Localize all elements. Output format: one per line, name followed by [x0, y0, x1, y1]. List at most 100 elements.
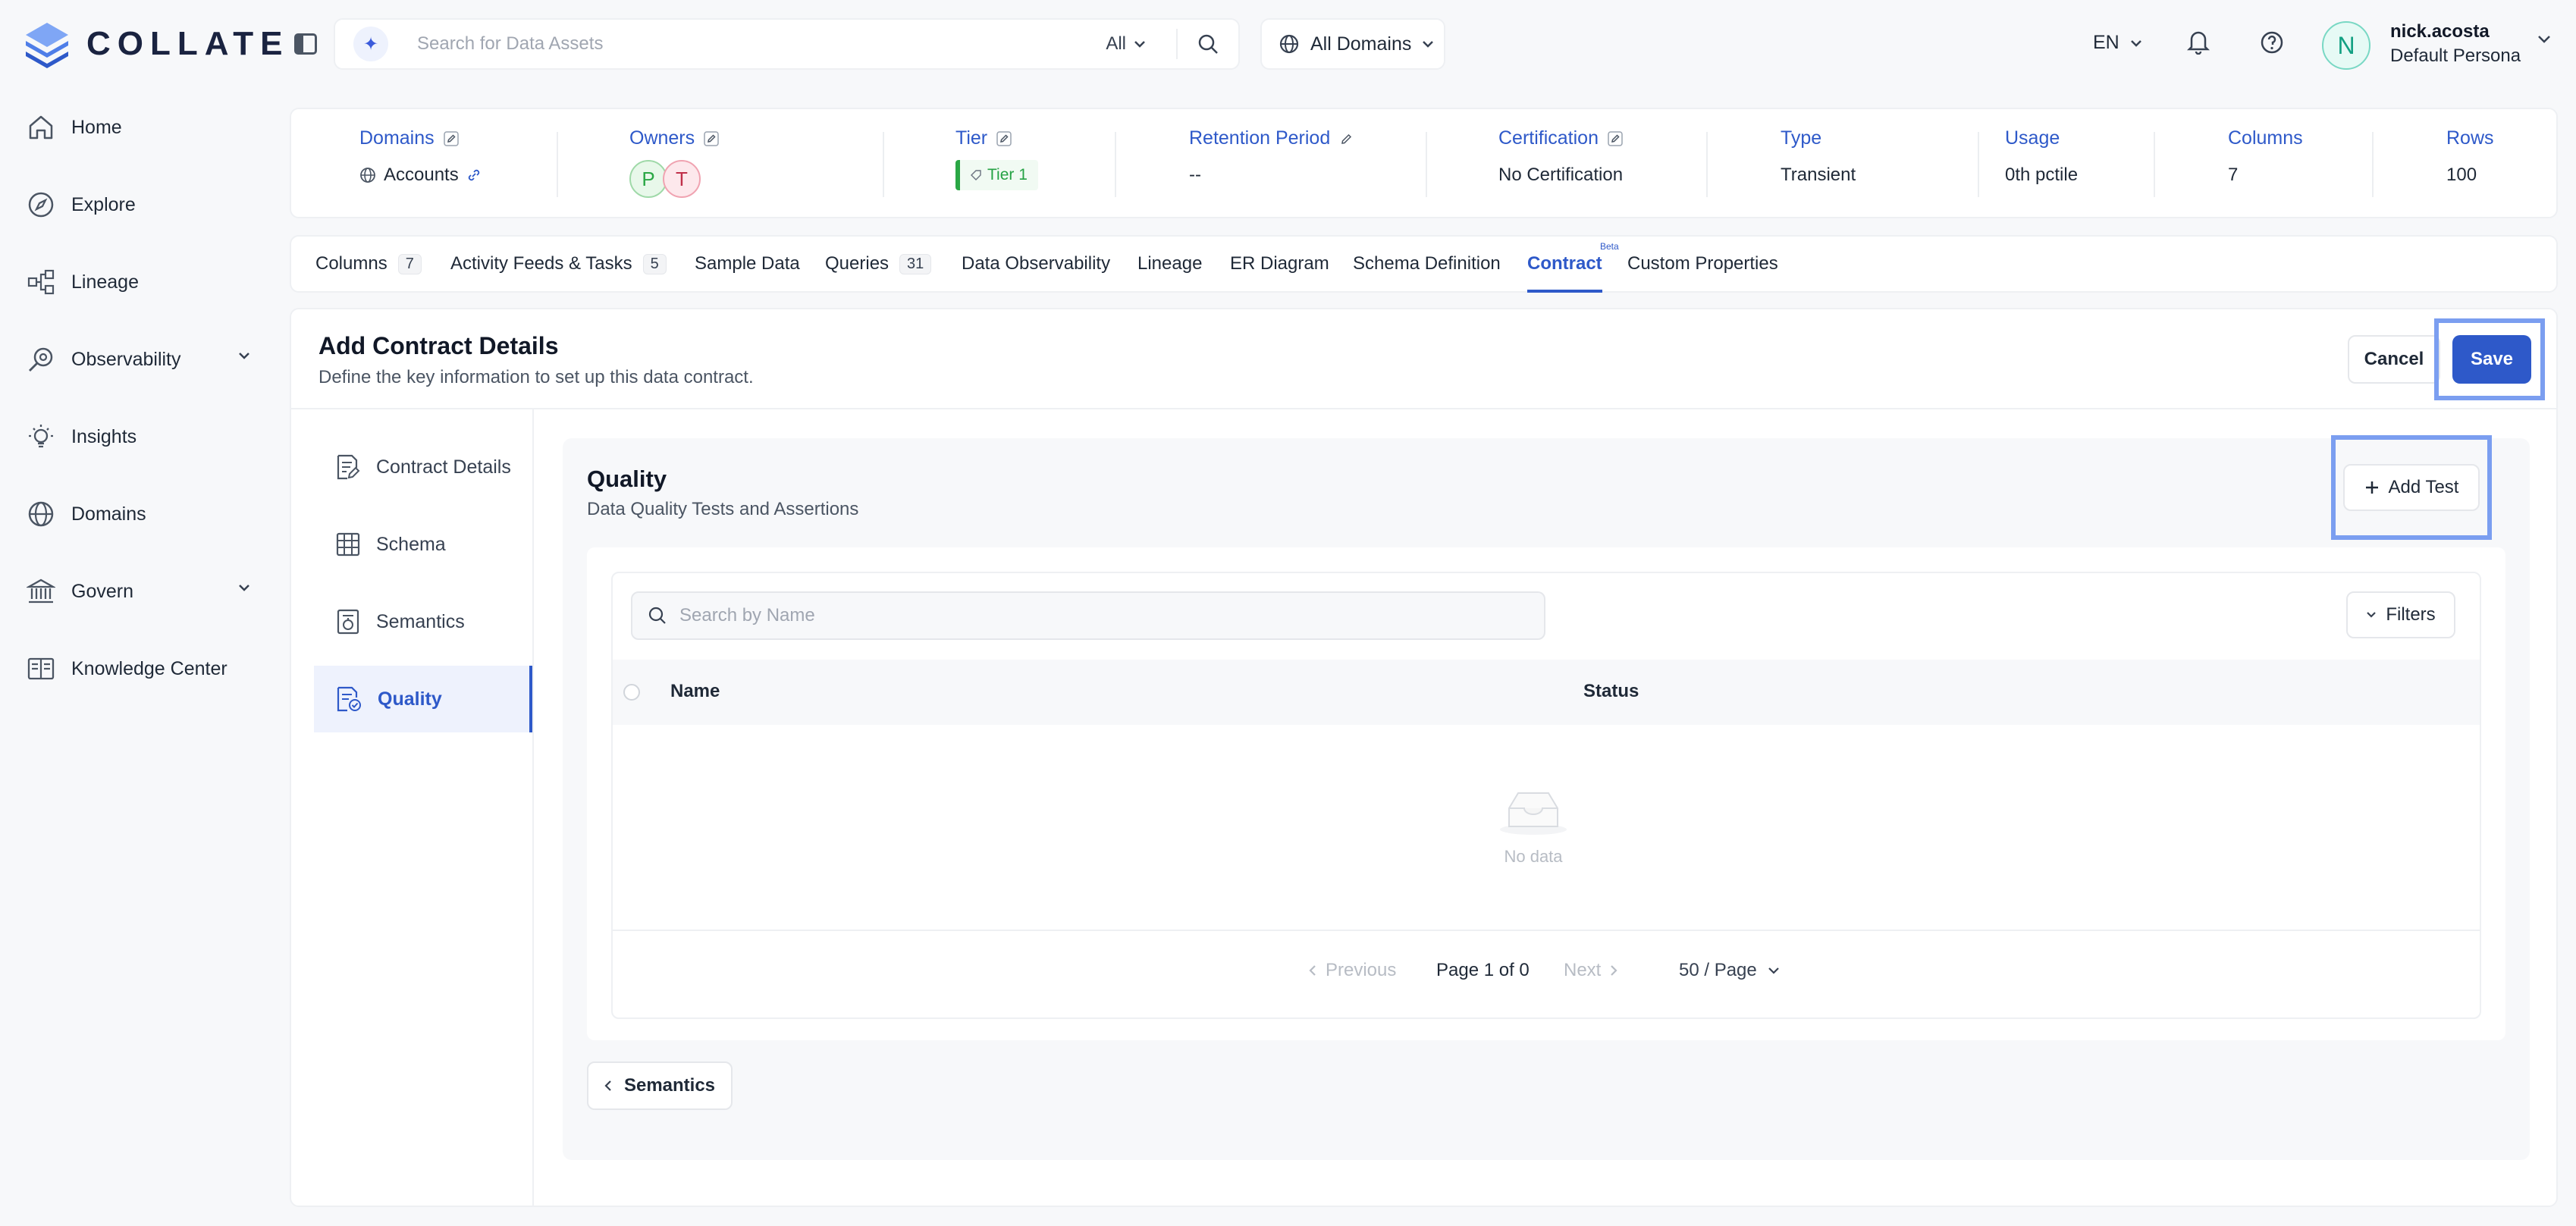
retention-label: Retention Period	[1189, 127, 1331, 149]
tier-chip[interactable]: Tier 1	[955, 160, 1038, 190]
clipboard-icon	[337, 609, 359, 635]
nav-item-explore[interactable]: Explore	[23, 182, 265, 227]
book-icon	[23, 651, 59, 687]
tab-label: Sample Data	[695, 253, 800, 274]
observability-icon	[23, 341, 59, 378]
test-search-input[interactable]: Search by Name	[631, 591, 1545, 640]
column-header-name[interactable]: Name	[670, 681, 720, 702]
user-avatar[interactable]: N	[2322, 21, 2370, 70]
nav-item-label: Insights	[71, 425, 137, 447]
tab-custom-properties[interactable]: Custom Properties	[1627, 237, 1778, 291]
tab-sample-data[interactable]: Sample Data	[695, 237, 800, 291]
divider	[557, 132, 558, 197]
nav-item-knowledge-center[interactable]: Knowledge Center	[23, 646, 265, 691]
rows-label: Rows	[2446, 127, 2494, 149]
certification-value: No Certification	[1498, 165, 1624, 185]
chevron-down-icon	[2367, 612, 2377, 618]
type-label: Type	[1781, 127, 1822, 149]
tab-label: Data Observability	[962, 253, 1111, 274]
sidebar-toggle-icon[interactable]	[294, 33, 317, 55]
step-quality[interactable]: Quality	[314, 666, 532, 732]
nav-item-govern[interactable]: Govern	[23, 569, 265, 614]
edit-icon[interactable]	[996, 130, 1012, 146]
step-schema[interactable]: Schema	[314, 511, 532, 578]
tab-contract[interactable]: Contract	[1527, 237, 1602, 293]
quality-table-container: Search by Name Filters Name Status No da…	[587, 547, 2505, 1040]
step-semantics[interactable]: Semantics	[314, 588, 532, 655]
nav-item-home[interactable]: Home	[23, 105, 265, 150]
quality-subtitle: Data Quality Tests and Assertions	[587, 499, 859, 519]
next-page-button[interactable]: Next	[1564, 960, 1617, 981]
previous-page-button[interactable]: Previous	[1309, 960, 1396, 981]
chevron-down-icon[interactable]	[2537, 35, 2551, 44]
divider	[883, 132, 884, 197]
user-persona[interactable]: Default Persona	[2390, 45, 2521, 67]
tab-queries[interactable]: Queries 31	[825, 237, 932, 291]
domain-select[interactable]: All Domains	[1260, 18, 1445, 70]
owners-field: Owners P T	[629, 127, 719, 198]
nav-item-domains[interactable]: Domains	[23, 491, 265, 537]
search-input[interactable]: Search for Data Assets	[417, 33, 1106, 55]
nav-item-lineage[interactable]: Lineage	[23, 259, 265, 305]
edit-icon[interactable]	[443, 130, 459, 146]
divider	[532, 409, 534, 1207]
owner-avatar[interactable]: P	[629, 160, 667, 198]
search-scope-label: All	[1106, 33, 1126, 54]
retention-value: --	[1189, 165, 1201, 185]
chevron-down-icon	[239, 353, 249, 359]
usage-label: Usage	[2005, 127, 2060, 149]
search-icon[interactable]	[1178, 33, 1238, 55]
owner-avatar[interactable]: T	[663, 160, 701, 198]
back-to-semantics-button[interactable]: Semantics	[587, 1061, 733, 1110]
filters-label: Filters	[2386, 604, 2436, 625]
domain-value[interactable]: Accounts	[384, 165, 459, 186]
tab-schema-definition[interactable]: Schema Definition	[1353, 237, 1501, 291]
contract-panel: Add Contract Details Define the key info…	[290, 308, 2558, 1207]
step-label: Contract Details	[376, 456, 511, 478]
page-size-select[interactable]: 50 / Page	[1679, 960, 1780, 981]
search-scope-select[interactable]: All	[1106, 33, 1146, 55]
globe-icon	[23, 496, 59, 532]
cancel-button[interactable]: Cancel	[2348, 335, 2440, 384]
nav-item-observability[interactable]: Observability	[23, 337, 265, 382]
chevron-down-icon	[1423, 41, 1434, 48]
global-search[interactable]: ✦ Search for Data Assets All	[334, 18, 1240, 70]
tab-data-observability[interactable]: Data Observability	[962, 237, 1110, 291]
tab-count: 7	[397, 253, 422, 274]
domains-label: Domains	[359, 127, 435, 149]
ai-sparkle-icon[interactable]: ✦	[353, 27, 388, 61]
nav-item-label: Govern	[71, 580, 133, 602]
home-icon	[23, 109, 59, 146]
page-subtitle: Define the key information to set up thi…	[318, 367, 754, 387]
filters-button[interactable]: Filters	[2346, 591, 2455, 638]
edit-icon[interactable]	[1608, 130, 1623, 146]
divider	[1706, 132, 1708, 197]
edit-icon[interactable]	[1339, 131, 1354, 146]
nav-item-insights[interactable]: Insights	[23, 414, 265, 459]
brand-name: COLLATE	[86, 25, 290, 62]
language-select[interactable]: EN	[2093, 32, 2142, 54]
step-contract-details[interactable]: Contract Details	[314, 434, 532, 500]
notification-bell-icon[interactable]	[2187, 29, 2210, 55]
step-label: Schema	[376, 533, 446, 555]
compass-icon	[23, 187, 59, 223]
table-icon	[336, 532, 360, 557]
tab-activity-feeds[interactable]: Activity Feeds & Tasks 5	[450, 237, 667, 291]
link-icon[interactable]	[466, 168, 482, 183]
add-test-highlight-box	[2331, 435, 2492, 540]
column-header-status[interactable]: Status	[1583, 681, 1639, 702]
columns-field: Columns 7	[2228, 127, 2303, 186]
step-label: Semantics	[376, 610, 465, 632]
user-name[interactable]: nick.acosta	[2390, 21, 2490, 42]
tab-lineage[interactable]: Lineage	[1137, 237, 1202, 291]
help-icon[interactable]	[2260, 30, 2284, 55]
tab-er-diagram[interactable]: ER Diagram	[1230, 237, 1329, 291]
collate-logo[interactable]: COLLATE	[23, 20, 290, 68]
select-all-checkbox[interactable]	[623, 684, 640, 701]
tab-columns[interactable]: Columns 7	[315, 237, 422, 291]
edit-icon[interactable]	[704, 130, 719, 146]
tab-count: 5	[642, 253, 667, 274]
search-icon	[648, 607, 666, 624]
chevron-down-icon	[1768, 967, 1779, 974]
chevron-right-icon	[1611, 965, 1617, 976]
